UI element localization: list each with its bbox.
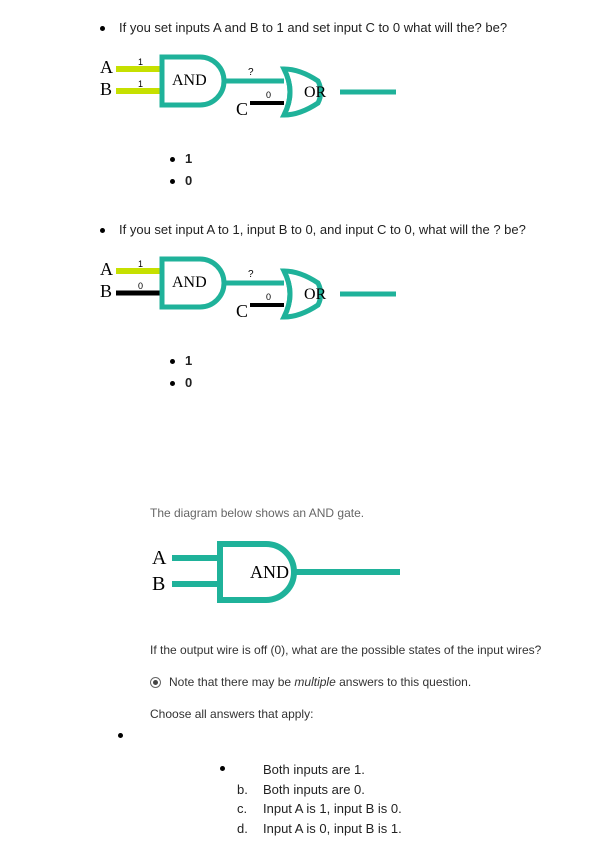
svg-text:1: 1 <box>138 79 143 89</box>
svg-text:OR: OR <box>304 286 327 303</box>
q3-choose-label: Choose all answers that apply: <box>150 707 584 721</box>
svg-text:A: A <box>100 259 113 279</box>
q3-answer-b[interactable]: b. Both inputs are 0. <box>220 780 584 800</box>
q3-diagram: AND A B <box>150 536 584 617</box>
note-suffix: answers to this question. <box>336 675 471 689</box>
svg-text:OR: OR <box>304 84 327 101</box>
q3-caption: The diagram below shows an AND gate. <box>150 506 584 520</box>
svg-text:A: A <box>100 57 113 77</box>
q1-option-1[interactable]: 1 <box>170 148 584 170</box>
svg-text:AND: AND <box>172 72 207 89</box>
svg-text:0: 0 <box>266 90 271 100</box>
svg-text:B: B <box>100 79 112 99</box>
q2-option-0[interactable]: 0 <box>170 372 584 394</box>
bullet-icon <box>170 359 175 364</box>
svg-text:?: ? <box>248 67 254 78</box>
q1-prompt-row: If you set inputs A and B to 1 and set i… <box>100 20 584 35</box>
svg-text:B: B <box>100 281 112 301</box>
svg-text:C: C <box>236 99 248 119</box>
q2-options: 1 0 <box>170 350 584 394</box>
svg-text:AND: AND <box>172 274 207 291</box>
svg-text:?: ? <box>248 269 254 280</box>
q3-answer-a[interactable]: Both inputs are 1. <box>220 760 584 780</box>
q1-prompt: If you set inputs A and B to 1 and set i… <box>119 20 507 35</box>
q1-option-0[interactable]: 0 <box>170 170 584 192</box>
bullet-icon <box>170 157 175 162</box>
q3-question: If the output wire is off (0), what are … <box>150 643 584 657</box>
bullet-icon <box>100 228 105 233</box>
q2-diagram: AND A B 1 0 ? C 0 OR <box>100 245 584 344</box>
bullet-icon <box>100 26 105 31</box>
bullet-icon <box>170 179 175 184</box>
svg-text:0: 0 <box>266 292 271 302</box>
svg-text:0: 0 <box>138 281 143 291</box>
q1-diagram: AND A B 1 1 ? C 0 OR <box>100 43 584 142</box>
note-em: multiple <box>294 675 335 689</box>
svg-text:A: A <box>152 547 167 569</box>
q3-answer-d[interactable]: d. Input A is 0, input B is 1. <box>220 819 584 839</box>
q2-option-1[interactable]: 1 <box>170 350 584 372</box>
bullet-icon <box>220 766 225 771</box>
q1-options: 1 0 <box>170 148 584 192</box>
svg-text:1: 1 <box>138 259 143 269</box>
q2-prompt: If you set input A to 1, input B to 0, a… <box>119 222 526 237</box>
svg-text:B: B <box>152 573 165 595</box>
note-prefix: Note that there may be <box>169 675 294 689</box>
svg-text:AND: AND <box>250 562 289 582</box>
radio-icon <box>150 677 161 688</box>
bullet-icon <box>118 733 123 738</box>
q2-prompt-row: If you set input A to 1, input B to 0, a… <box>100 222 584 237</box>
q3-note: Note that there may be multiple answers … <box>150 675 584 689</box>
q3-answers: Both inputs are 1. b. Both inputs are 0.… <box>220 760 584 838</box>
svg-text:1: 1 <box>138 57 143 67</box>
lone-bullet <box>118 727 584 738</box>
bullet-icon <box>170 381 175 386</box>
q3-answer-c[interactable]: c. Input A is 1, input B is 0. <box>220 799 584 819</box>
svg-text:C: C <box>236 301 248 321</box>
